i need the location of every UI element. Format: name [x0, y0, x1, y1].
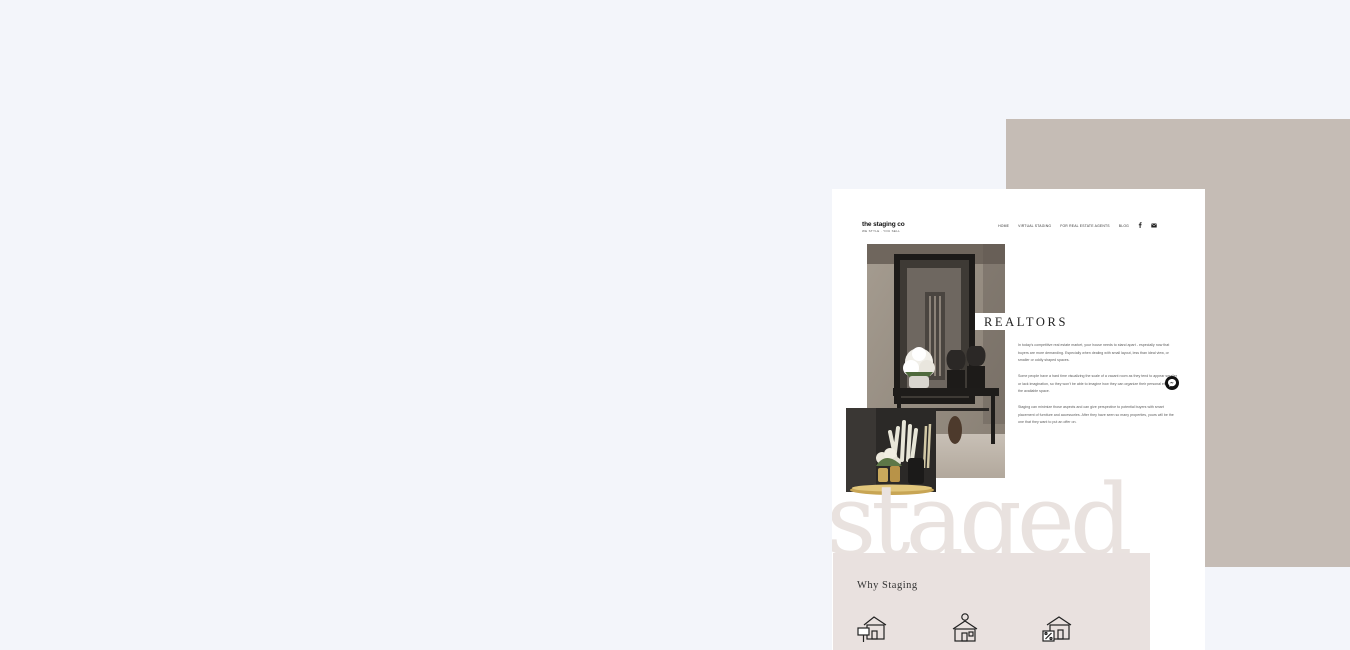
house-price-icon	[949, 613, 983, 643]
staging-paragraph: Staging can minimize those aspects and c…	[1018, 405, 1174, 425]
logo-name: the staging co	[862, 221, 905, 228]
messenger-chat-button[interactable]	[1165, 376, 1179, 390]
nav-virtual-staging[interactable]: VIRTUAL STAGING	[1018, 224, 1051, 228]
nav-blog[interactable]: BLOG	[1119, 224, 1129, 228]
why-staging-section: Why Staging	[833, 553, 1150, 650]
logo-tagline: WE STYLE · YOU SELL	[862, 229, 901, 233]
house-discount-icon	[1041, 613, 1075, 643]
why-staging-title: Why Staging	[857, 580, 918, 591]
messenger-icon	[1167, 378, 1177, 388]
nav-home[interactable]: HOME	[998, 224, 1009, 228]
mail-icon[interactable]	[1151, 223, 1157, 230]
page-title: REALTORS	[984, 315, 1069, 329]
facebook-icon[interactable]	[1138, 222, 1142, 230]
visualize-paragraph: Some people have a hard time visualizing…	[1018, 374, 1178, 394]
main-nav: HOME VIRTUAL STAGING FOR REAL ESTATE AGE…	[998, 222, 1157, 230]
house-for-sale-icon	[856, 613, 890, 643]
website-preview: the staging co WE STYLE · YOU SELL HOME …	[832, 189, 1205, 650]
site-logo[interactable]: the staging co WE STYLE · YOU SELL	[862, 221, 905, 233]
intro-paragraph: In today's competitive real estate marke…	[1018, 343, 1170, 363]
nav-real-estate-agents[interactable]: FOR REAL ESTATE AGENTS	[1060, 224, 1110, 228]
